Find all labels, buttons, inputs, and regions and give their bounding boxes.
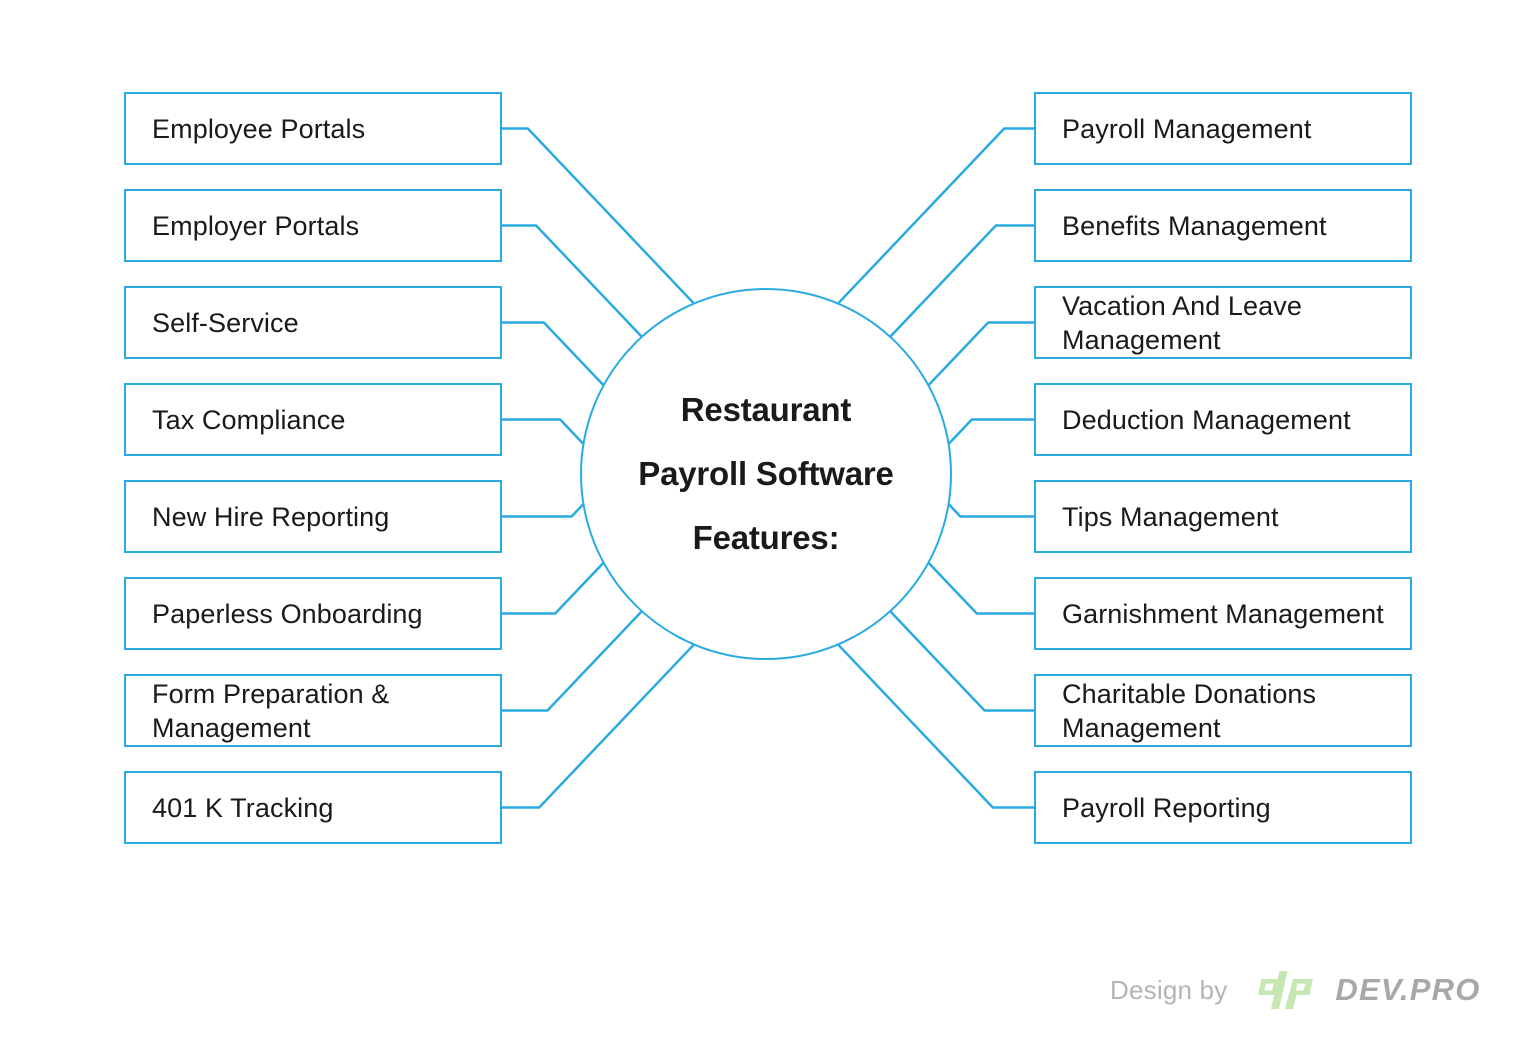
feature-box: Deduction Management	[1034, 383, 1412, 456]
connector-line	[837, 643, 1036, 809]
feature-box: Garnishment Management	[1034, 577, 1412, 650]
feature-label: Employee Portals	[152, 113, 366, 144]
devpro-wordmark: DEV.PRO	[1335, 972, 1481, 1007]
feature-label: Form Preparation & Management	[152, 678, 390, 743]
connector-line	[948, 418, 1036, 445]
connector-line	[927, 562, 1036, 615]
design-credit: Design by DEV.PRO	[1110, 963, 1481, 1017]
connector-line	[889, 610, 1036, 712]
feature-label: Payroll Management	[1062, 113, 1312, 144]
feature-label: Vacation And Leave Management	[1062, 290, 1302, 355]
feature-label: Deduction Management	[1062, 404, 1351, 435]
devpro-logo-icon	[1257, 969, 1319, 1011]
feature-label: Benefits Management	[1062, 210, 1327, 241]
center-title: Restaurant Payroll Software Features:	[638, 391, 894, 556]
feature-box: Paperless Onboarding	[124, 577, 502, 650]
feature-label: 401 K Tracking	[152, 792, 334, 823]
feature-label: Self-Service	[152, 307, 299, 338]
connector-line	[837, 127, 1036, 305]
feature-box: Benefits Management	[1034, 189, 1412, 262]
connector-line	[500, 224, 643, 338]
feature-box: Charitable Donations Management	[1034, 674, 1412, 747]
connector-line	[927, 321, 1036, 386]
feature-box: Employer Portals	[124, 189, 502, 262]
dp-monogram-icon	[1258, 971, 1314, 1009]
connector-line	[889, 224, 1036, 338]
feature-label: New Hire Reporting	[152, 501, 390, 532]
feature-box: Tax Compliance	[124, 383, 502, 456]
feature-box: New Hire Reporting	[124, 480, 502, 553]
feature-box: Payroll Reporting	[1034, 771, 1412, 844]
feature-label: Charitable Donations Management	[1062, 678, 1317, 743]
feature-label: Paperless Onboarding	[152, 598, 423, 629]
feature-label: Tax Compliance	[152, 404, 346, 435]
connector-line	[500, 610, 643, 712]
center-node: Restaurant Payroll Software Features:	[580, 288, 952, 660]
feature-box: Vacation And Leave Management	[1034, 286, 1412, 359]
feature-box: Payroll Management	[1034, 92, 1412, 165]
feature-box: 401 K Tracking	[124, 771, 502, 844]
connector-line	[500, 418, 584, 445]
feature-box: Tips Management	[1034, 480, 1412, 553]
connector-line	[500, 127, 695, 305]
feature-box: Self-Service	[124, 286, 502, 359]
feature-box: Employee Portals	[124, 92, 502, 165]
feature-label: Employer Portals	[152, 210, 360, 241]
feature-label: Payroll Reporting	[1062, 792, 1271, 823]
design-by-label: Design by	[1110, 974, 1228, 1005]
connector-line	[500, 321, 605, 386]
connector-line	[500, 503, 584, 518]
connector-line	[500, 562, 605, 615]
feature-label: Garnishment Management	[1062, 598, 1384, 629]
feature-box: Form Preparation & Management	[124, 674, 502, 747]
feature-label: Tips Management	[1062, 501, 1279, 532]
diagram-canvas: Employee Portals Employer Portals Self-Ser…	[0, 0, 1536, 1044]
connector-line	[948, 503, 1036, 518]
connector-line	[500, 643, 695, 809]
